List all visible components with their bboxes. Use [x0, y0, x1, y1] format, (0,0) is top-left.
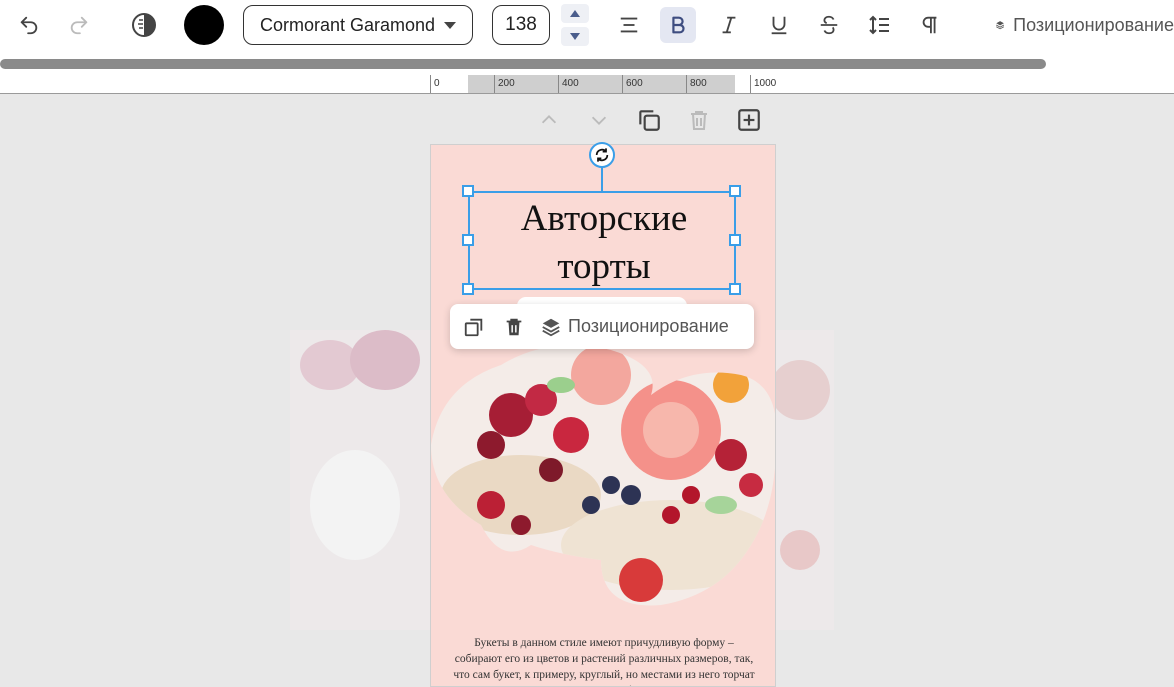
bold-icon [672, 16, 685, 34]
font-size-input[interactable]: 138 [492, 5, 550, 45]
chevron-down-icon [570, 33, 580, 40]
opacity-icon [132, 13, 156, 37]
title-line: торты [557, 246, 651, 287]
opacity-button[interactable] [126, 7, 162, 43]
chevron-down-icon [591, 116, 607, 125]
bold-button[interactable] [660, 7, 696, 43]
rotate-icon [595, 148, 609, 162]
context-positioning-label: Позиционирование [568, 316, 729, 336]
duplicate-element-button[interactable] [460, 313, 488, 341]
ruler-tick: 600 [622, 75, 643, 93]
trash-icon [506, 318, 522, 335]
copy-icon [464, 318, 483, 336]
delete-page-button[interactable] [685, 106, 713, 134]
align-center-button[interactable] [611, 7, 647, 43]
rotation-connector [601, 166, 603, 191]
resize-handle-left[interactable] [462, 234, 474, 246]
redo-button[interactable] [61, 7, 97, 43]
chevron-up-icon [570, 10, 580, 17]
italic-icon [722, 16, 736, 34]
font-size-decrease-button[interactable] [561, 27, 589, 46]
copy-icon [639, 110, 660, 131]
layers-icon [542, 318, 560, 336]
strikethrough-icon [820, 15, 838, 35]
cake-image[interactable] [431, 345, 776, 615]
paragraph-icon [922, 16, 937, 34]
ruler-tick: 800 [686, 75, 707, 93]
undo-button[interactable] [11, 7, 47, 43]
resize-handle-bottom-left[interactable] [462, 283, 474, 295]
font-size-stepper [561, 4, 589, 46]
add-box-icon [738, 109, 760, 131]
underline-icon [771, 16, 787, 35]
layers-icon [996, 21, 1005, 30]
horizontal-ruler: 0 200 400 600 800 1000 [0, 75, 1174, 94]
line-height-button[interactable] [861, 7, 897, 43]
align-center-icon [620, 17, 638, 33]
line-height-icon [869, 15, 889, 35]
resize-handle-right[interactable] [729, 234, 741, 246]
font-family-select[interactable]: Cormorant Garamond [243, 5, 473, 45]
title-line: Авторские [520, 198, 688, 239]
body-paragraph[interactable]: Букеты в данном стиле имеют причудливую … [451, 635, 757, 686]
context-positioning-button[interactable]: Позиционирование [540, 316, 729, 338]
resize-handle-top-left[interactable] [462, 185, 474, 197]
redo-icon [70, 16, 88, 35]
underline-button[interactable] [761, 7, 797, 43]
move-page-up-button[interactable] [535, 106, 563, 134]
duplicate-page-button[interactable] [635, 106, 663, 134]
ruler-tick: 400 [558, 75, 579, 93]
font-size-increase-button[interactable] [561, 4, 589, 23]
font-family-value: Cormorant Garamond [260, 14, 436, 35]
chevron-up-icon [541, 115, 557, 124]
strikethrough-button[interactable] [811, 7, 847, 43]
resize-handle-top-right[interactable] [729, 185, 741, 197]
ruler-tick: 0 [430, 75, 440, 93]
move-page-down-button[interactable] [585, 106, 613, 134]
rotate-handle[interactable] [589, 142, 615, 168]
positioning-button[interactable]: Позиционирование [995, 10, 1174, 40]
add-page-button[interactable] [735, 106, 763, 134]
resize-handle-bottom-right[interactable] [729, 283, 741, 295]
font-size-value: 138 [505, 14, 537, 35]
design-page[interactable]: Авторские торты Букеты в данном стиле им… [430, 144, 776, 687]
ruler-tick: 1000 [750, 75, 776, 93]
ruler-tick: 200 [494, 75, 515, 93]
paragraph-button[interactable] [912, 7, 948, 43]
positioning-label: Позиционирование [1013, 14, 1174, 35]
chevron-down-icon [444, 21, 456, 29]
delete-element-button[interactable] [500, 313, 528, 341]
italic-button[interactable] [711, 7, 747, 43]
text-color-swatch[interactable] [184, 5, 224, 45]
undo-icon [20, 16, 38, 35]
element-context-menu: Позиционирование [450, 304, 754, 349]
editor-toolbar: Cormorant Garamond 138 Позиционирование [0, 0, 1174, 75]
trash-icon [691, 111, 707, 130]
title-text[interactable]: Авторские торты [471, 195, 737, 291]
horizontal-scrollbar[interactable] [0, 59, 1046, 69]
